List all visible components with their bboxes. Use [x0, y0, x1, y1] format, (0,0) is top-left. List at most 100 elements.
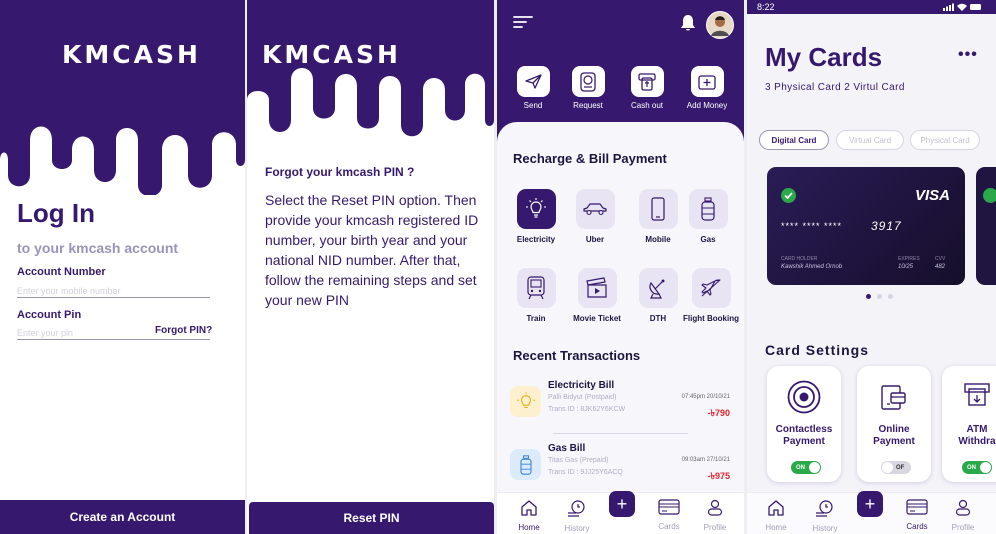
reset-pin-screen: KMCASH Forgot your kmcash PIN ? Select t…: [247, 0, 494, 534]
account-number-label: Account Number: [17, 266, 106, 278]
bulb-icon: [526, 198, 546, 218]
quick-action-add-money[interactable]: Add Money: [677, 66, 737, 110]
service-label: Gas: [700, 235, 716, 244]
nav-cards[interactable]: Cards: [649, 499, 689, 531]
toggle-state: ON: [967, 464, 976, 471]
card-settings-title: Card Settings: [765, 342, 870, 358]
nav-history[interactable]: History: [805, 499, 845, 533]
page-title: Log In: [17, 198, 95, 228]
account-pin-field[interactable]: [17, 326, 155, 340]
forgot-pin-link[interactable]: Forgot PIN?: [155, 325, 212, 336]
create-account-button[interactable]: Create an Account: [0, 500, 245, 534]
add-button[interactable]: +: [857, 491, 883, 517]
setting-atm-withdrawal[interactable]: ATM Withdra ON: [942, 366, 996, 482]
reset-instructions: Select the Reset PIN option. Then provid…: [265, 192, 479, 308]
quick-action-request[interactable]: Request: [558, 66, 618, 110]
carousel-dot[interactable]: [888, 294, 893, 299]
transaction-item[interactable]: Gas Bill Titas Gas (Prepaid) Trans ID : …: [510, 443, 732, 487]
nav-home[interactable]: Home: [509, 499, 549, 532]
transaction-amount: -৳975: [707, 471, 731, 481]
quick-action-cash-out[interactable]: Cash out: [617, 66, 677, 110]
debit-card[interactable]: VISA **** **** **** 3917 CARD HOLDER Kaw…: [767, 167, 965, 285]
reset-pin-button[interactable]: Reset PIN: [249, 502, 494, 534]
transaction-datetime: 07:45pm 20/10/21: [681, 394, 730, 400]
bulb-icon: [510, 386, 541, 417]
transaction-item[interactable]: Electricity Bill Palli Bidyut (Postpaid)…: [510, 380, 732, 424]
service-train[interactable]: Train: [504, 268, 568, 323]
setting-label: Online Payment: [873, 424, 915, 447]
request-icon: [580, 71, 596, 92]
clapperboard-icon: [586, 277, 607, 298]
pin-underline: [155, 339, 210, 340]
nav-label: Cards: [658, 522, 680, 531]
my-cards-screen: 8:22 My Cards ••• 3 Physical Card 2 Virt…: [747, 0, 996, 534]
nav-home[interactable]: Home: [756, 499, 796, 532]
service-electricity[interactable]: Electricity: [504, 189, 568, 244]
transactions-title: Recent Transactions: [513, 348, 641, 363]
quick-action-label: Send: [523, 101, 543, 110]
cards-icon: [906, 499, 928, 515]
setting-contactless[interactable]: Contactless Payment ON: [767, 366, 841, 482]
login-screen: KMCASH Log In to your kmcash account Acc…: [0, 0, 245, 534]
service-label: Electricity: [516, 235, 556, 244]
nav-profile[interactable]: Profile: [943, 499, 983, 532]
next-card-peek[interactable]: [976, 167, 996, 285]
train-icon: [527, 276, 545, 300]
history-icon: [816, 500, 833, 517]
toggle-state: OF: [896, 464, 905, 471]
toggle-switch[interactable]: OF: [881, 461, 911, 474]
cash-out-icon: [638, 72, 656, 91]
bill-section-title: Recharge & Bill Payment: [513, 151, 667, 166]
page-subtitle: to your kmcash account: [17, 240, 179, 256]
account-number-field[interactable]: [17, 284, 210, 298]
visa-logo: VISA: [915, 187, 951, 204]
service-movie-ticket[interactable]: Movie Ticket: [565, 268, 629, 323]
kmcash-logo: KMCASH: [62, 40, 201, 69]
service-label: Movie Ticket: [573, 314, 621, 323]
carousel-dot[interactable]: [877, 294, 882, 299]
online-payment-icon: [881, 385, 906, 410]
nav-profile[interactable]: Profile: [695, 499, 735, 532]
setting-online-payment[interactable]: Online Payment OF: [857, 366, 931, 482]
more-options-icon[interactable]: •••: [958, 46, 978, 64]
transaction-datetime: 09:03am 27/10/21: [681, 457, 730, 463]
service-gas[interactable]: Gas: [676, 189, 740, 244]
tab-virtual-card[interactable]: Virtual Card: [836, 130, 904, 150]
bell-icon[interactable]: [680, 14, 696, 32]
transaction-provider: Palli Bidyut (Postpaid): [548, 394, 617, 401]
service-uber[interactable]: Uber: [563, 189, 627, 244]
toggle-switch[interactable]: ON: [962, 461, 992, 474]
add-button[interactable]: +: [609, 491, 635, 517]
quick-action-send[interactable]: Send: [503, 66, 563, 110]
transaction-amount: -৳790: [707, 408, 731, 418]
profile-icon: [955, 499, 971, 516]
app-screens-board: KMCASH Log In to your kmcash account Acc…: [0, 0, 996, 534]
status-time: 8:22: [757, 2, 775, 12]
menu-icon[interactable]: [513, 15, 533, 29]
transaction-provider: Titas Gas (Prepaid): [548, 457, 609, 464]
gas-cylinder-icon: [510, 449, 541, 480]
gas-cylinder-icon: [701, 197, 715, 221]
cvv-label: CVV: [935, 256, 946, 262]
expires-value: 10/25: [898, 264, 914, 270]
tab-digital-card[interactable]: Digital Card: [759, 130, 829, 150]
cvv-value: 482: [935, 264, 946, 270]
nav-cards[interactable]: Cards: [897, 499, 937, 531]
forgot-pin-heading: Forgot your kmcash PIN ?: [265, 165, 415, 179]
toggle-state: ON: [796, 464, 805, 471]
avatar[interactable]: [706, 11, 734, 39]
carousel-dot[interactable]: [866, 294, 871, 299]
cards-count: 3 Physical Card 2 Virtul Card: [765, 82, 905, 93]
home-icon: [768, 500, 784, 516]
toggle-switch[interactable]: ON: [791, 461, 821, 474]
tab-physical-card[interactable]: Physical Card: [910, 130, 980, 150]
nav-label: Home: [518, 523, 540, 532]
service-flight-booking[interactable]: Flight Booking: [679, 268, 743, 323]
nav-history[interactable]: History: [557, 499, 597, 533]
transaction-id: Trans ID : 8JK62Y6KCW: [548, 406, 626, 413]
card-number-masked: **** **** ****: [781, 221, 843, 231]
car-icon: [583, 203, 607, 216]
home-icon: [521, 500, 537, 516]
signal-wifi-battery-icon: [943, 3, 981, 11]
setting-label: ATM Withdra: [958, 424, 996, 447]
